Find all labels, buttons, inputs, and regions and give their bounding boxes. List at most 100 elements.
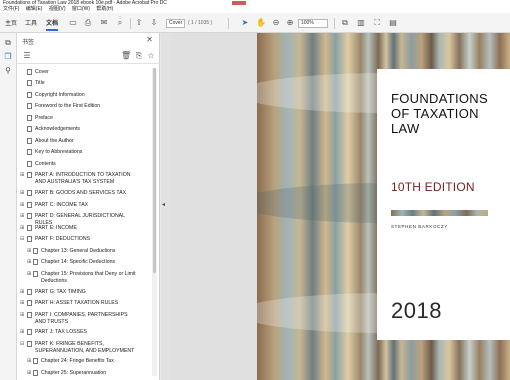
bookmark-label: PART G: TAX TIMING <box>35 289 86 295</box>
bookmark-icon <box>27 92 32 98</box>
decorative-strip <box>391 210 488 216</box>
window-close-button[interactable] <box>232 1 246 5</box>
document-viewport[interactable]: FOUNDATIONS OF TAXATION LAW 10TH EDITION… <box>171 33 510 380</box>
menu-file[interactable]: 文件(F) <box>3 6 19 12</box>
menu-view[interactable]: 视图(V) <box>49 6 66 12</box>
toolbar-divider <box>228 18 229 29</box>
page-down-icon[interactable]: ⇩ <box>149 18 159 28</box>
bookmark-icon <box>33 259 38 265</box>
bookmark-icon <box>33 271 38 277</box>
bookmark-icon <box>27 115 32 121</box>
book-year: 2018 <box>391 298 442 323</box>
bookmark-label: PART C: INCOME TAX <box>35 202 89 208</box>
panel-splitter[interactable]: ◂ <box>161 33 171 380</box>
bookmark-label: PART K: FRINGE BENEFITS, SUPERANNUATION,… <box>35 341 135 354</box>
main-toolbar: 主页 工具 文档 ▭ ⎙ ✉ ⌕ ⇧ ⇩ Cover ( 1 / 1035 ) … <box>0 13 510 33</box>
bookmark-icon <box>27 103 32 109</box>
menu-edit[interactable]: 编辑(E) <box>26 6 43 12</box>
book-title: FOUNDATIONS OF TAXATION LAW <box>391 91 488 136</box>
bookmark-label: PART H: ASSET TAXATION RULES <box>35 300 119 306</box>
bookmark-icon <box>27 161 32 167</box>
bookmark-icon <box>33 370 38 376</box>
scroll-mode-icon[interactable]: ▥ <box>356 18 366 28</box>
bookmark-toolbar: ☰ 🗑 ⎘ ☆ <box>17 48 160 64</box>
expand-icon[interactable]: ⊞ <box>20 300 25 307</box>
options-menu-icon[interactable]: ☰ <box>22 51 32 61</box>
new-bookmark-icon[interactable]: ⎘ <box>134 51 144 61</box>
panel-title: 书签 <box>22 40 35 46</box>
comment-icon[interactable]: ▤ <box>388 18 398 28</box>
bookmark-icon <box>27 312 32 318</box>
hand-tool-icon[interactable]: ✋ <box>256 18 266 28</box>
bookmark-icon <box>27 190 32 196</box>
expand-icon[interactable]: ⊞ <box>27 271 32 278</box>
bookmark-label: Chapter 15: Provisions that Deny or Limi… <box>41 271 136 284</box>
menu-window[interactable]: 窗口(W) <box>72 6 90 12</box>
bookmark-icon <box>27 126 32 132</box>
fit-page-icon[interactable]: ⧉ <box>340 18 350 28</box>
bookmark-icon <box>27 149 32 155</box>
bookmarks-icon[interactable]: ❒ <box>3 52 13 62</box>
cover-title-card: FOUNDATIONS OF TAXATION LAW 10TH EDITION… <box>377 69 510 340</box>
expand-icon[interactable]: ⊞ <box>20 225 25 232</box>
bookmark-label: PART I: COMPANIES, PARTNERSHIPS AND TRUS… <box>35 312 128 325</box>
zoom-out-icon[interactable]: ⊖ <box>271 18 281 28</box>
menu-help[interactable]: 帮助(H) <box>96 6 113 12</box>
bookmark-icon <box>27 289 32 295</box>
expand-icon[interactable]: ⊞ <box>20 312 25 319</box>
collapse-panel-icon[interactable]: ◂ <box>162 201 165 208</box>
expand-icon[interactable]: ⊞ <box>20 213 25 220</box>
scrollbar-thumb[interactable] <box>153 68 156 273</box>
toolbar-divider <box>334 18 335 29</box>
bookmark-icon <box>27 341 32 347</box>
search-icon[interactable]: ⌕ <box>115 18 125 28</box>
bookmark-label: Cover <box>35 69 49 75</box>
select-arrow-icon[interactable]: ➤ <box>240 18 250 28</box>
bookmark-icon <box>27 225 32 231</box>
expand-icon[interactable]: ⊞ <box>27 259 32 266</box>
tab-document[interactable]: 文档 <box>46 18 59 31</box>
bookmark-icon <box>27 138 32 144</box>
delete-icon[interactable]: 🗑 <box>121 51 131 61</box>
save-icon[interactable]: ▭ <box>68 18 78 28</box>
bookmark-label: Foreword to the First Edition <box>35 103 101 109</box>
expand-icon[interactable]: ⊞ <box>27 370 32 377</box>
bookmark-label: PART B: GOODS AND SERVICES TAX <box>35 190 127 196</box>
collapse-icon[interactable]: ⊟ <box>20 236 25 243</box>
bookmark-label: Acknowledgements <box>35 126 80 132</box>
bookmark-icon <box>27 202 32 208</box>
tab-tools[interactable]: 工具 <box>25 18 37 27</box>
expand-icon[interactable]: ⊞ <box>20 190 25 197</box>
bookmark-icon <box>27 236 32 242</box>
print-icon[interactable]: ⎙ <box>83 18 93 28</box>
bookmark-label: Contents <box>35 161 56 167</box>
bookmark-label: Preface <box>35 115 53 121</box>
page-thumbnails-icon[interactable]: ⧉ <box>3 38 13 48</box>
collapse-icon[interactable]: ⊟ <box>20 341 25 348</box>
bookmark-label: About the Author <box>35 138 74 144</box>
bookmark-icon <box>27 172 32 178</box>
bookmark-label: Chapter 14: Specific Deductions <box>41 259 116 265</box>
star-bookmark-icon[interactable]: ☆ <box>146 51 156 61</box>
expand-icon[interactable]: ⊞ <box>20 202 25 209</box>
attachments-icon[interactable]: ⚲ <box>3 66 13 76</box>
page-number-input[interactable]: Cover <box>166 19 185 28</box>
page-up-icon[interactable]: ⇧ <box>134 18 144 28</box>
panel-scrollbar[interactable] <box>152 68 157 376</box>
navigation-rail: ⧉ ❒ ⚲ <box>0 33 17 380</box>
expand-icon[interactable]: ⊞ <box>20 329 25 336</box>
bookmark-icon <box>27 329 32 335</box>
expand-icon[interactable]: ⊞ <box>27 248 32 255</box>
zoom-level-select[interactable]: 100% <box>298 19 328 28</box>
fullscreen-icon[interactable]: ⛶ <box>372 18 382 28</box>
close-icon[interactable]: ✕ <box>146 35 153 44</box>
zoom-in-icon[interactable]: ⊕ <box>285 18 295 28</box>
bookmark-icon <box>33 358 38 364</box>
tab-home[interactable]: 主页 <box>5 18 17 27</box>
expand-icon[interactable]: ⊞ <box>20 172 25 179</box>
email-icon[interactable]: ✉ <box>99 18 109 28</box>
expand-icon[interactable]: ⊞ <box>20 289 25 296</box>
bookmark-icon <box>27 213 32 219</box>
bookmark-label: Chapter 13: General Deductions <box>41 248 116 254</box>
expand-icon[interactable]: ⊞ <box>27 358 32 365</box>
